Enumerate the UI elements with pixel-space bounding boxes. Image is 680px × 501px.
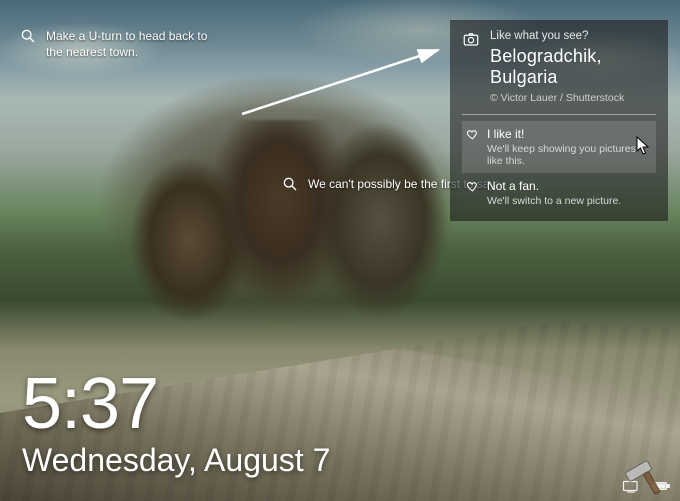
like-sub: We'll keep showing you pictures like thi… (487, 143, 652, 167)
clock-date: Wednesday, August 7 (22, 442, 330, 479)
lockscreen-clock: 5:37 Wednesday, August 7 (22, 368, 330, 479)
clock-time: 5:37 (22, 368, 330, 440)
card-question: Like what you see? (490, 30, 656, 42)
like-label: I like it! (487, 127, 652, 141)
watermark-hammer-icon (620, 447, 674, 501)
dislike-sub: We'll switch to a new picture. (487, 195, 621, 207)
like-option[interactable]: I like it! We'll keep showing you pictur… (462, 121, 656, 173)
camera-icon (462, 30, 480, 104)
spotlight-card: Like what you see? Belogradchik, Bulgari… (450, 20, 668, 221)
heart-icon (466, 127, 479, 141)
divider (462, 114, 656, 115)
dislike-label: Not a fan. (487, 179, 621, 193)
search-icon (20, 28, 36, 44)
heart-icon (466, 179, 479, 193)
card-title: Belogradchik, Bulgaria (490, 46, 656, 88)
dislike-option[interactable]: Not a fan. We'll switch to a new picture… (462, 173, 656, 213)
mouse-cursor (636, 136, 650, 156)
spotlight-tip-left[interactable]: Make a U-turn to head back to the neares… (20, 28, 216, 60)
card-credit: © Victor Lauer / Shutterstock (490, 92, 656, 104)
spotlight-tip-left-text: Make a U-turn to head back to the neares… (46, 28, 216, 60)
search-icon (282, 176, 298, 192)
